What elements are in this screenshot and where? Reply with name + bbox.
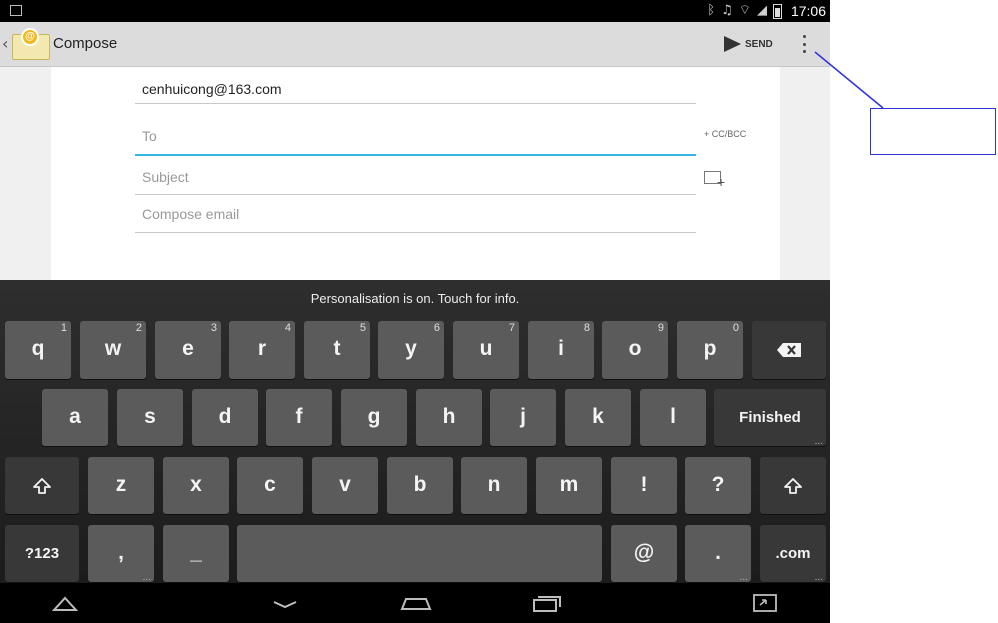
- page-title: Compose: [53, 35, 118, 52]
- key-g[interactable]: g: [341, 389, 407, 446]
- hide-keyboard-icon[interactable]: [272, 593, 298, 613]
- key-x[interactable]: x: [163, 457, 229, 514]
- status-icons: ᛒ ♫ ⌔ ◢ 17:06: [707, 0, 826, 22]
- key-s[interactable]: s: [117, 389, 183, 446]
- signal-icon: ◢: [756, 3, 767, 18]
- key-m[interactable]: m: [536, 457, 602, 514]
- status-bar: ᛒ ♫ ⌔ ◢ 17:06: [0, 0, 830, 22]
- key-f[interactable]: f: [266, 389, 332, 446]
- subject-input[interactable]: Subject: [135, 162, 696, 195]
- key-p[interactable]: p0: [677, 321, 743, 379]
- finished-key[interactable]: Finished...: [714, 389, 826, 447]
- email-app-icon[interactable]: @: [12, 28, 50, 60]
- send-icon: [724, 36, 741, 52]
- key-h[interactable]: h: [416, 389, 482, 446]
- attach-picture-icon[interactable]: +: [704, 167, 728, 191]
- key-c[interactable]: c: [237, 457, 303, 514]
- navigation-bar: [0, 583, 830, 623]
- body-placeholder: Compose email: [142, 206, 240, 222]
- send-button[interactable]: SEND: [724, 34, 773, 54]
- key-a[interactable]: a: [42, 389, 108, 446]
- key-w[interactable]: w2: [80, 321, 146, 379]
- tablet-screen: ᛒ ♫ ⌔ ◢ 17:06 ‹ @ Compose SEND cenhuicon…: [0, 0, 830, 623]
- screen-compat-icon[interactable]: [752, 593, 778, 613]
- key-question[interactable]: ?: [685, 457, 751, 514]
- key-n[interactable]: n: [461, 457, 527, 514]
- key-at[interactable]: @: [611, 525, 677, 582]
- key-z[interactable]: z: [88, 457, 154, 514]
- recent-apps-icon[interactable]: [532, 593, 562, 613]
- key-b[interactable]: b: [387, 457, 453, 514]
- action-bar: ‹ @ Compose SEND: [0, 22, 830, 67]
- to-placeholder: To: [142, 128, 157, 144]
- backspace-icon: [777, 343, 801, 357]
- annotation-box: [870, 108, 996, 155]
- soft-keyboard: Personalisation is on. Touch for info. q…: [0, 280, 830, 583]
- dotcom-key[interactable]: .com...: [760, 525, 826, 583]
- key-comma[interactable]: ,...: [88, 525, 154, 583]
- key-o[interactable]: o9: [602, 321, 668, 379]
- space-key[interactable]: [237, 525, 602, 582]
- symbols-key[interactable]: ?123: [5, 525, 79, 582]
- suggestion-strip[interactable]: Personalisation is on. Touch for info.: [0, 280, 830, 317]
- bluetooth-icon: ᛒ: [707, 3, 716, 18]
- battery-icon: [772, 3, 782, 19]
- up-arrow-icon[interactable]: ‹: [2, 34, 8, 53]
- from-address: cenhuicong@163.com: [142, 81, 282, 97]
- key-y[interactable]: y6: [378, 321, 444, 379]
- key-u[interactable]: u7: [453, 321, 519, 379]
- notification-icon: [10, 5, 22, 16]
- compose-form: cenhuicong@163.com To + CC/BCC Subject +…: [51, 67, 780, 280]
- wifi-icon: ⌔: [738, 3, 751, 18]
- from-field[interactable]: cenhuicong@163.com: [135, 73, 696, 104]
- clock: 17:06: [790, 3, 826, 19]
- send-label: SEND: [745, 38, 773, 50]
- key-d[interactable]: d: [192, 389, 258, 446]
- key-i[interactable]: i8: [528, 321, 594, 379]
- subject-placeholder: Subject: [142, 169, 189, 185]
- key-period[interactable]: ....: [685, 525, 751, 583]
- shift-left-key[interactable]: [5, 457, 79, 514]
- backspace-key[interactable]: [752, 321, 826, 379]
- key-j[interactable]: j: [490, 389, 556, 446]
- key-e[interactable]: e3: [155, 321, 221, 379]
- key-r[interactable]: r4: [229, 321, 295, 379]
- home-icon[interactable]: [400, 593, 432, 613]
- body-input[interactable]: Compose email: [135, 201, 696, 233]
- key-k[interactable]: k: [565, 389, 631, 446]
- to-input[interactable]: To: [135, 120, 696, 156]
- no-sound-icon: ♫: [721, 3, 733, 18]
- shift-icon: [784, 478, 802, 494]
- key-v[interactable]: v: [312, 457, 378, 514]
- overflow-menu-icon[interactable]: [796, 32, 812, 56]
- back-icon[interactable]: [52, 593, 78, 613]
- key-underscore[interactable]: _: [163, 525, 229, 582]
- shift-icon: [33, 478, 51, 494]
- cc-bcc-button[interactable]: + CC/BCC: [704, 129, 746, 139]
- key-q[interactable]: q1: [5, 321, 71, 379]
- shift-right-key[interactable]: [760, 457, 826, 514]
- key-t[interactable]: t5: [304, 321, 370, 379]
- key-l[interactable]: l: [640, 389, 706, 446]
- key-exclamation[interactable]: !: [611, 457, 677, 514]
